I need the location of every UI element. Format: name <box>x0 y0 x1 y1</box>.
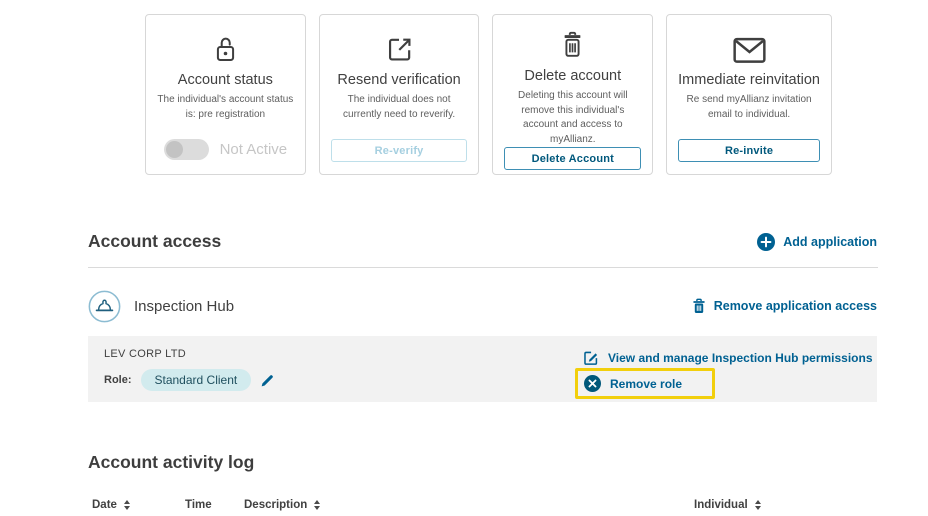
card-title: Account status <box>177 72 273 88</box>
remove-application-access-label: Remove application access <box>713 299 877 313</box>
card-delete-account: Delete account Deleting this account wil… <box>492 14 654 175</box>
application-row: Inspection Hub Remove application access <box>88 287 877 325</box>
remove-role-button[interactable]: Remove role <box>584 375 682 392</box>
delete-account-button[interactable]: Delete Account <box>504 147 642 170</box>
column-header-individual[interactable]: Individual <box>694 499 761 511</box>
card-title: Delete account <box>524 68 622 84</box>
hard-hat-icon <box>88 290 121 323</box>
remove-role-label: Remove role <box>610 376 683 391</box>
column-label: Individual <box>694 499 748 511</box>
card-title: Immediate reinvitation <box>678 72 820 88</box>
add-application-button[interactable]: Add application <box>757 232 877 251</box>
activity-log-heading: Account activity log <box>88 452 255 472</box>
unlock-icon <box>212 30 239 64</box>
account-access-header: Account access Add application <box>88 231 877 252</box>
remove-role-highlight-box: Remove role <box>575 368 716 399</box>
organisation-name: LEV CORP LTD <box>104 348 187 360</box>
column-header-description[interactable]: Description <box>244 499 321 511</box>
card-description: Re send myAllianz invitation email to in… <box>686 94 812 120</box>
re-verify-button[interactable]: Re-verify <box>330 139 468 162</box>
toggle-label: Not Active <box>219 141 288 158</box>
sort-icon[interactable] <box>123 500 130 510</box>
edit-role-pencil-icon[interactable] <box>260 373 275 388</box>
sort-icon[interactable] <box>314 500 321 510</box>
role-label: Role: <box>104 374 132 386</box>
account-status-toggle[interactable] <box>163 139 209 160</box>
activity-log-table-header: Date Time Description Individual <box>88 499 877 516</box>
edit-square-icon <box>583 350 599 366</box>
external-link-icon <box>385 30 414 64</box>
x-circle-icon <box>584 375 601 392</box>
card-title: Resend verification <box>337 72 461 88</box>
plus-circle-icon <box>757 232 776 251</box>
re-invite-button[interactable]: Re-invite <box>678 139 820 162</box>
role-value-pill[interactable]: Standard Client <box>140 369 252 391</box>
trash-icon-small <box>692 298 706 314</box>
account-management-page: Account status The individual's account … <box>0 0 928 516</box>
card-description: The individual does not currently need t… <box>343 94 456 120</box>
manage-permissions-label: View and manage Inspection Hub permissio… <box>608 351 873 365</box>
column-label: Description <box>244 499 308 511</box>
card-description: The individual's account status is: pre … <box>157 94 294 120</box>
manage-permissions-link[interactable]: View and manage Inspection Hub permissio… <box>583 350 873 366</box>
organisation-actions: View and manage Inspection Hub permissio… <box>575 345 873 402</box>
column-header-time: Time <box>185 499 212 511</box>
account-action-cards: Account status The individual's account … <box>145 14 832 175</box>
mail-icon <box>732 30 766 64</box>
section-divider <box>88 267 878 268</box>
account-status-toggle-row: Not Active <box>157 139 294 160</box>
remove-application-access-button[interactable]: Remove application access <box>692 298 877 314</box>
column-header-date[interactable]: Date <box>92 499 130 511</box>
trash-icon <box>559 30 586 60</box>
organisation-role-row: LEV CORP LTD Role: Standard Client View … <box>88 336 877 402</box>
column-label: Time <box>185 499 212 511</box>
column-label: Date <box>92 499 117 511</box>
role-line: Role: Standard Client <box>104 369 275 391</box>
card-immediate-reinvitation: Immediate reinvitation Re send myAllianz… <box>666 14 832 175</box>
organisation-details: LEV CORP LTD Role: Standard Client <box>104 345 275 402</box>
application-name: Inspection Hub <box>134 297 235 315</box>
add-application-label: Add application <box>783 234 877 249</box>
card-account-status: Account status The individual's account … <box>145 14 306 175</box>
application-identity: Inspection Hub <box>88 290 234 323</box>
sort-icon[interactable] <box>754 500 761 510</box>
card-description: Deleting this account will remove this i… <box>518 90 628 145</box>
toggle-knob <box>165 141 183 158</box>
account-access-heading: Account access <box>88 231 222 251</box>
card-resend-verification: Resend verification The individual does … <box>318 14 480 175</box>
